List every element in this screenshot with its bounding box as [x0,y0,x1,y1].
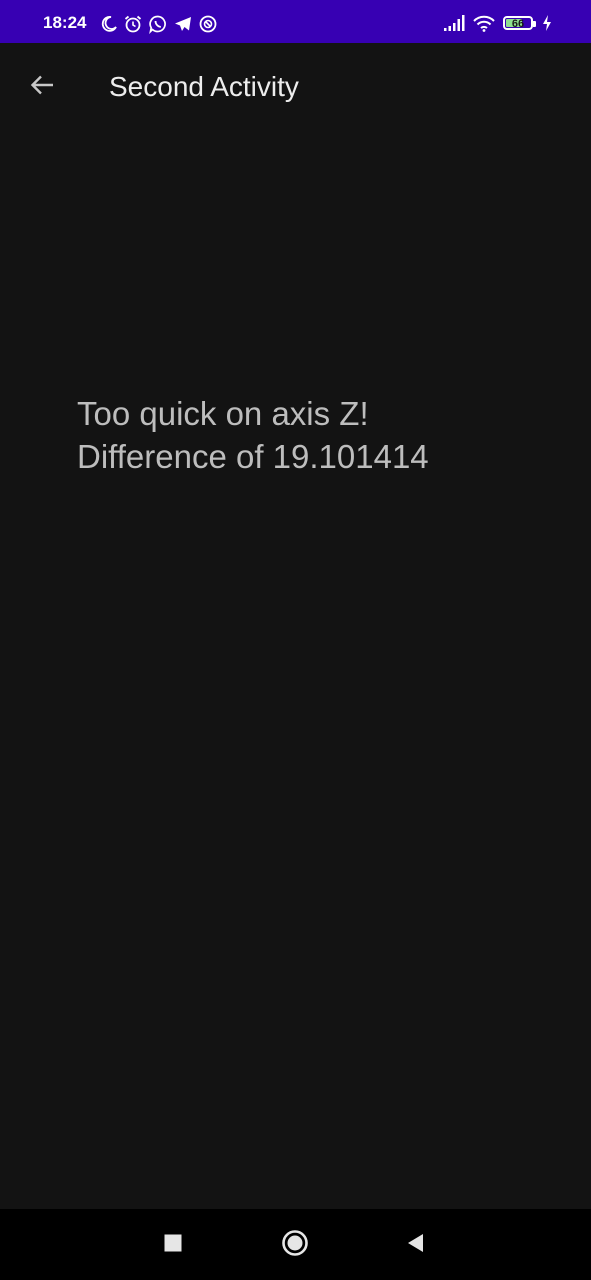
telegram-icon [173,15,193,33]
home-icon [281,1229,309,1262]
message-line-1: Too quick on axis Z! [77,395,369,432]
message-text: Too quick on axis Z! Difference of 19.10… [77,392,557,478]
app-bar: Second Activity [0,43,591,131]
status-bar: 18:24 66 [0,0,591,43]
back-button[interactable] [22,67,62,107]
screen: 18:24 66 Second Activity Too quick on ax… [0,0,591,1280]
wifi-icon [473,15,495,32]
status-icons-left [100,14,218,34]
recents-button[interactable] [157,1229,189,1261]
status-icons-right: 66 [443,13,553,33]
moon-icon [100,15,118,33]
nav-back-button[interactable] [400,1229,432,1261]
recents-icon [163,1233,183,1258]
battery-icon: 66 [503,16,536,30]
charging-icon [541,14,553,32]
vpn-icon [198,14,218,34]
home-button[interactable] [279,1229,311,1261]
back-icon [405,1232,427,1259]
navigation-bar [0,1209,591,1280]
signal-icon [443,15,465,31]
message-line-2: Difference of 19.101414 [77,438,429,475]
status-time: 18:24 [43,13,87,32]
page-title: Second Activity [109,71,299,102]
alarm-icon [123,14,143,34]
arrow-back-icon [28,71,56,104]
battery-level: 66 [511,18,525,30]
whatsapp-icon [148,14,168,34]
battery-tip [533,21,536,27]
